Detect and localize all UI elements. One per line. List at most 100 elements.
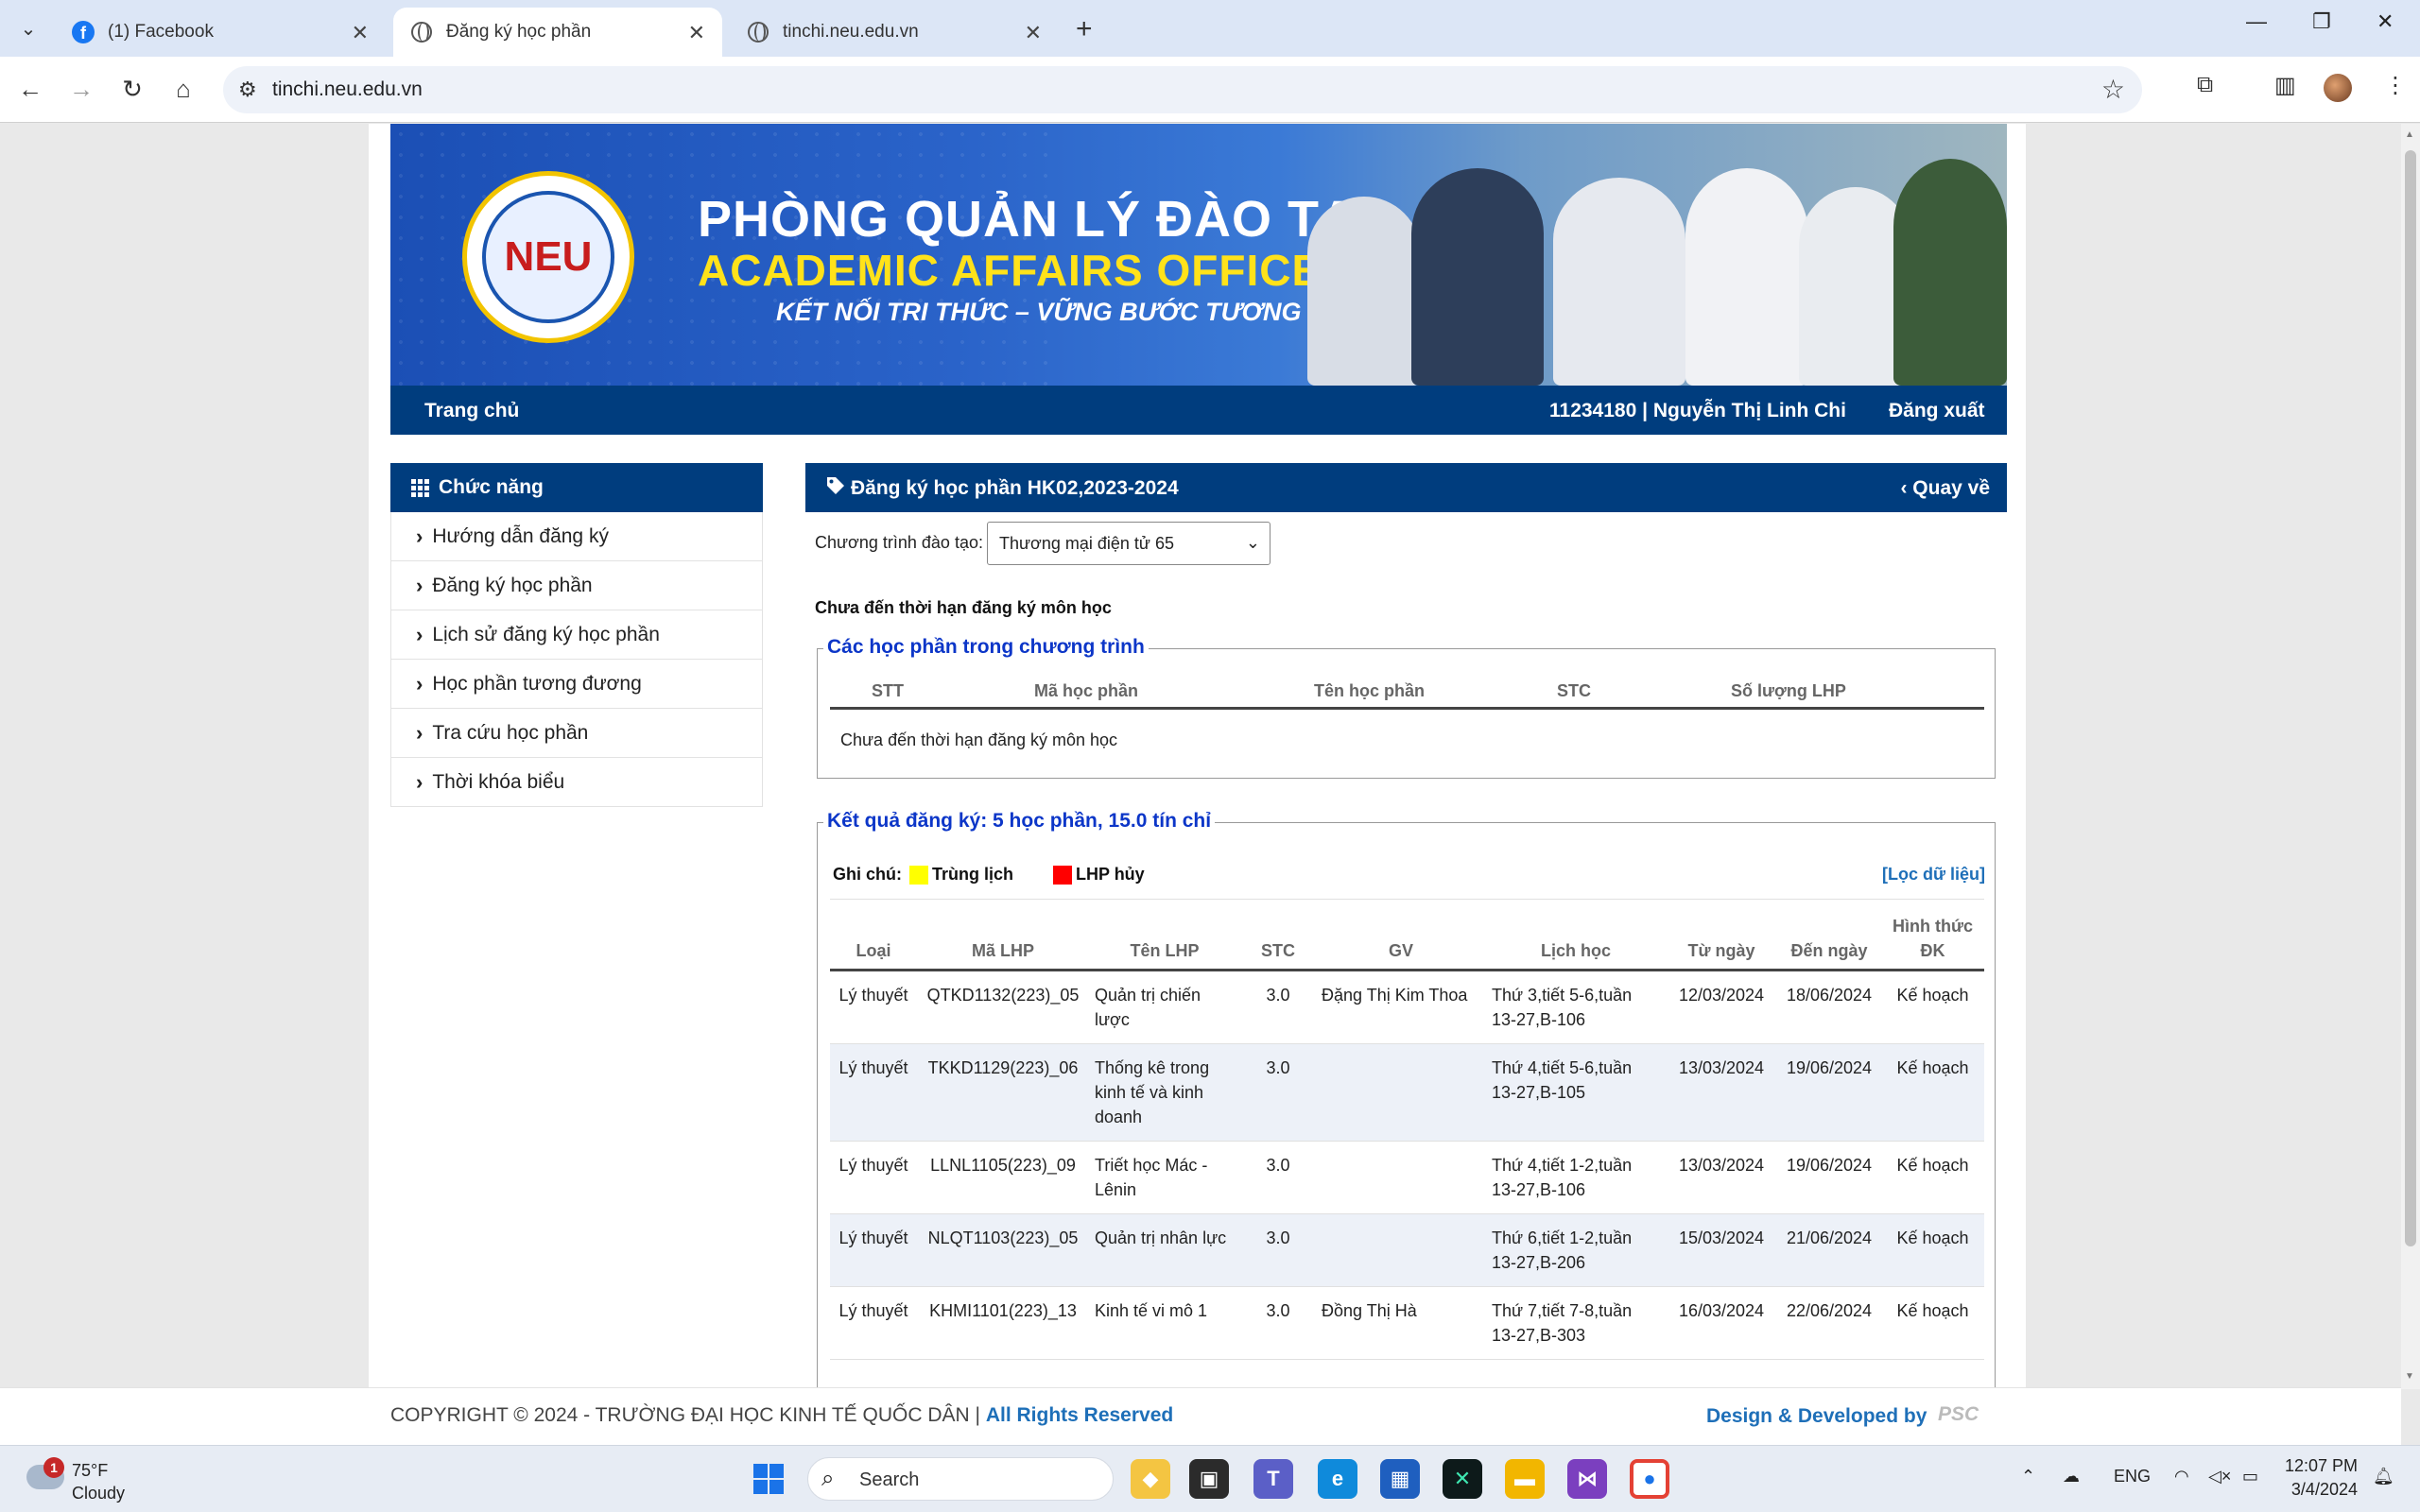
app-icon[interactable]: ✕ (1443, 1459, 1482, 1499)
tab-search-menu-icon[interactable]: ⌄ (13, 13, 43, 43)
cell-gv: Đặng Thị Kim Thoa (1316, 970, 1486, 1044)
notification-bell-icon[interactable]: 🔔︎ (2373, 1467, 2394, 1486)
language-indicator[interactable]: ENG (2114, 1467, 2151, 1486)
divider (830, 899, 1984, 900)
wifi-icon[interactable]: ◠ (2174, 1467, 2189, 1486)
table-row: Lý thuyết QTKD1132(223)_05 Quản trị chiế… (830, 970, 1984, 1044)
results-header-row: Loại Mã LHP Tên LHP STC GV Lịch học Từ n… (830, 906, 1984, 971)
cell-stc: 3.0 (1240, 1213, 1316, 1287)
sidebar-item-lich-su[interactable]: › Lịch sử đăng ký học phần (390, 610, 763, 660)
reload-icon[interactable]: ↻ (115, 72, 149, 106)
cell-code: TKKD1129(223)_06 (917, 1043, 1089, 1142)
teams-icon[interactable]: T (1253, 1459, 1293, 1499)
program-select[interactable]: Thương mại điện tử 65 ⌄ (987, 522, 1270, 565)
table-row: Lý thuyết LLNL1105(223)_09 Triết học Mác… (830, 1141, 1984, 1214)
forward-arrow-icon[interactable]: → (64, 72, 98, 106)
cell-type: Lý thuyết (830, 970, 917, 1044)
col-header: GV (1316, 906, 1486, 971)
tab-tinchi[interactable]: tinchi.neu.edu.vn ✕ (730, 8, 1059, 57)
copilot-icon[interactable]: ◆ (1131, 1459, 1170, 1499)
sidebar-item-huong-dan[interactable]: › Hướng dẫn đăng ký (390, 512, 763, 561)
side-panel-icon[interactable]: ▥ (2274, 72, 2296, 99)
address-bar[interactable]: ⚙ tinchi.neu.edu.vn ☆ (223, 66, 2142, 113)
new-tab-button[interactable]: + (1076, 13, 1093, 45)
col-header: Hình thức ĐK (1881, 906, 1984, 971)
logout-link[interactable]: Đăng xuất (1889, 400, 1985, 422)
chrome-icon[interactable]: ● (1630, 1459, 1669, 1499)
col-header: STC (1557, 681, 1591, 700)
windows-start-icon[interactable] (749, 1459, 788, 1499)
minimize-icon[interactable]: — (2246, 9, 2267, 34)
volume-icon[interactable]: ◁× (2208, 1467, 2231, 1486)
browser-menu-icon[interactable]: ⋮ (2384, 72, 2407, 99)
restore-icon[interactable]: ❐ (2312, 9, 2331, 34)
scroll-down-icon[interactable]: ▼ (2405, 1371, 2414, 1382)
tab-title: (1) Facebook (108, 22, 214, 42)
cell-to: 19/06/2024 (1777, 1141, 1881, 1214)
cell-form: Kế hoạch (1881, 1213, 1984, 1287)
system-clock[interactable]: 12:07 PM 3/4/2024 (2267, 1454, 2358, 1502)
col-header: STT (872, 681, 904, 700)
cell-stc: 3.0 (1240, 1286, 1316, 1360)
onedrive-icon[interactable]: ☁ (2063, 1467, 2080, 1486)
browser-toolbar: ← → ↻ ⌂ ⚙ tinchi.neu.edu.vn ☆ ⧉ ▥ ⋮ (0, 57, 2420, 123)
program-select-value: Thương mại điện tử 65 (999, 534, 1174, 553)
chevron-right-icon: › (416, 720, 424, 745)
cell-form: Kế hoạch (1881, 1043, 1984, 1142)
taskbar-search[interactable]: ⌕ Search (807, 1457, 1114, 1501)
home-link[interactable]: Trang chủ (424, 400, 519, 422)
site-settings-icon[interactable]: ⚙ (238, 77, 257, 102)
grid-icon (411, 478, 429, 497)
file-explorer-icon[interactable]: ▬ (1505, 1459, 1545, 1499)
user-info: 11234180 | Nguyễn Thị Linh Chi (1549, 400, 1846, 421)
cell-schedule: Thứ 6,tiết 1-2,tuần 13-27,B-206 (1486, 1213, 1666, 1287)
table-row: Lý thuyết TKKD1129(223)_06 Thống kê tron… (830, 1043, 1984, 1142)
notification-badge: 1 (43, 1457, 64, 1478)
cell-gv: Đồng Thị Hà (1316, 1286, 1486, 1360)
back-arrow-icon[interactable]: ← (13, 72, 47, 106)
cell-code: NLQT1103(223)_05 (917, 1213, 1089, 1287)
filter-data-link[interactable]: [Lọc dữ liệu] (1882, 865, 1985, 885)
banner-slogan: KẾT NỐI TRI THỨC – VỮNG BƯỚC TƯƠNG LAI (776, 298, 1350, 326)
tab-title: tinchi.neu.edu.vn (783, 22, 919, 42)
cell-from: 12/03/2024 (1666, 970, 1777, 1044)
conflict-swatch (909, 865, 928, 885)
page-scrollbar[interactable]: ▲ ▼ (2401, 124, 2420, 1389)
visual-studio-icon[interactable]: ⋈ (1567, 1459, 1607, 1499)
close-window-icon[interactable]: ✕ (2377, 9, 2394, 34)
close-tab-icon[interactable]: ✕ (1025, 21, 1042, 45)
scrollbar-thumb[interactable] (2405, 150, 2416, 1246)
sidebar-item-thoi-khoa-bieu[interactable]: › Thời khóa biểu (390, 758, 763, 807)
edge-icon[interactable]: e (1318, 1459, 1357, 1499)
extensions-icon[interactable]: ⧉ (2197, 72, 2213, 98)
back-link[interactable]: ‹ Quay về (1900, 477, 1990, 500)
close-tab-icon[interactable]: ✕ (688, 21, 705, 45)
results-table: Loại Mã LHP Tên LHP STC GV Lịch học Từ n… (830, 906, 1984, 1360)
store-icon[interactable]: ▦ (1380, 1459, 1420, 1499)
battery-icon[interactable]: ▭ (2242, 1467, 2258, 1486)
tab-dang-ky-hoc-phan[interactable]: Đăng ký học phần ✕ (393, 8, 722, 57)
col-header: Từ ngày (1666, 906, 1777, 971)
scroll-up-icon[interactable]: ▲ (2405, 129, 2414, 140)
sidebar-item-tuong-duong[interactable]: › Học phần tương đương (390, 660, 763, 709)
home-icon[interactable]: ⌂ (166, 72, 200, 106)
banner-subtitle: ACADEMIC AFFAIRS OFFICE (698, 246, 1322, 295)
section-legend: Kết quả đăng ký: 5 học phần, 15.0 tín ch… (823, 810, 1216, 833)
cell-name: Triết học Mác - Lênin (1089, 1141, 1240, 1214)
sidebar-item-tra-cuu[interactable]: › Tra cứu học phần (390, 709, 763, 758)
task-view-icon[interactable]: ▣ (1189, 1459, 1229, 1499)
tab-facebook[interactable]: f (1) Facebook ✕ (55, 8, 386, 57)
table-row: Lý thuyết KHMI1101(223)_13 Kinh tế vi mô… (830, 1286, 1984, 1360)
chevron-up-icon[interactable]: ⌃ (2021, 1467, 2035, 1486)
sidebar-item-dang-ky[interactable]: › Đăng ký học phần (390, 561, 763, 610)
university-logo: NEU (462, 171, 634, 343)
profile-avatar[interactable] (2324, 74, 2352, 102)
panel-header: Đăng ký học phần HK02,2023-2024 ‹ Quay v… (805, 463, 2007, 512)
close-tab-icon[interactable]: ✕ (352, 21, 369, 45)
cell-from: 15/03/2024 (1666, 1213, 1777, 1287)
search-placeholder: Search (859, 1469, 920, 1490)
sidebar-item-label: Lịch sử đăng ký học phần (432, 623, 660, 645)
bookmark-star-icon[interactable]: ☆ (2101, 74, 2125, 105)
note-cancel: LHP hủy (1076, 865, 1145, 884)
sidebar-item-label: Hướng dẫn đăng ký (432, 524, 609, 547)
